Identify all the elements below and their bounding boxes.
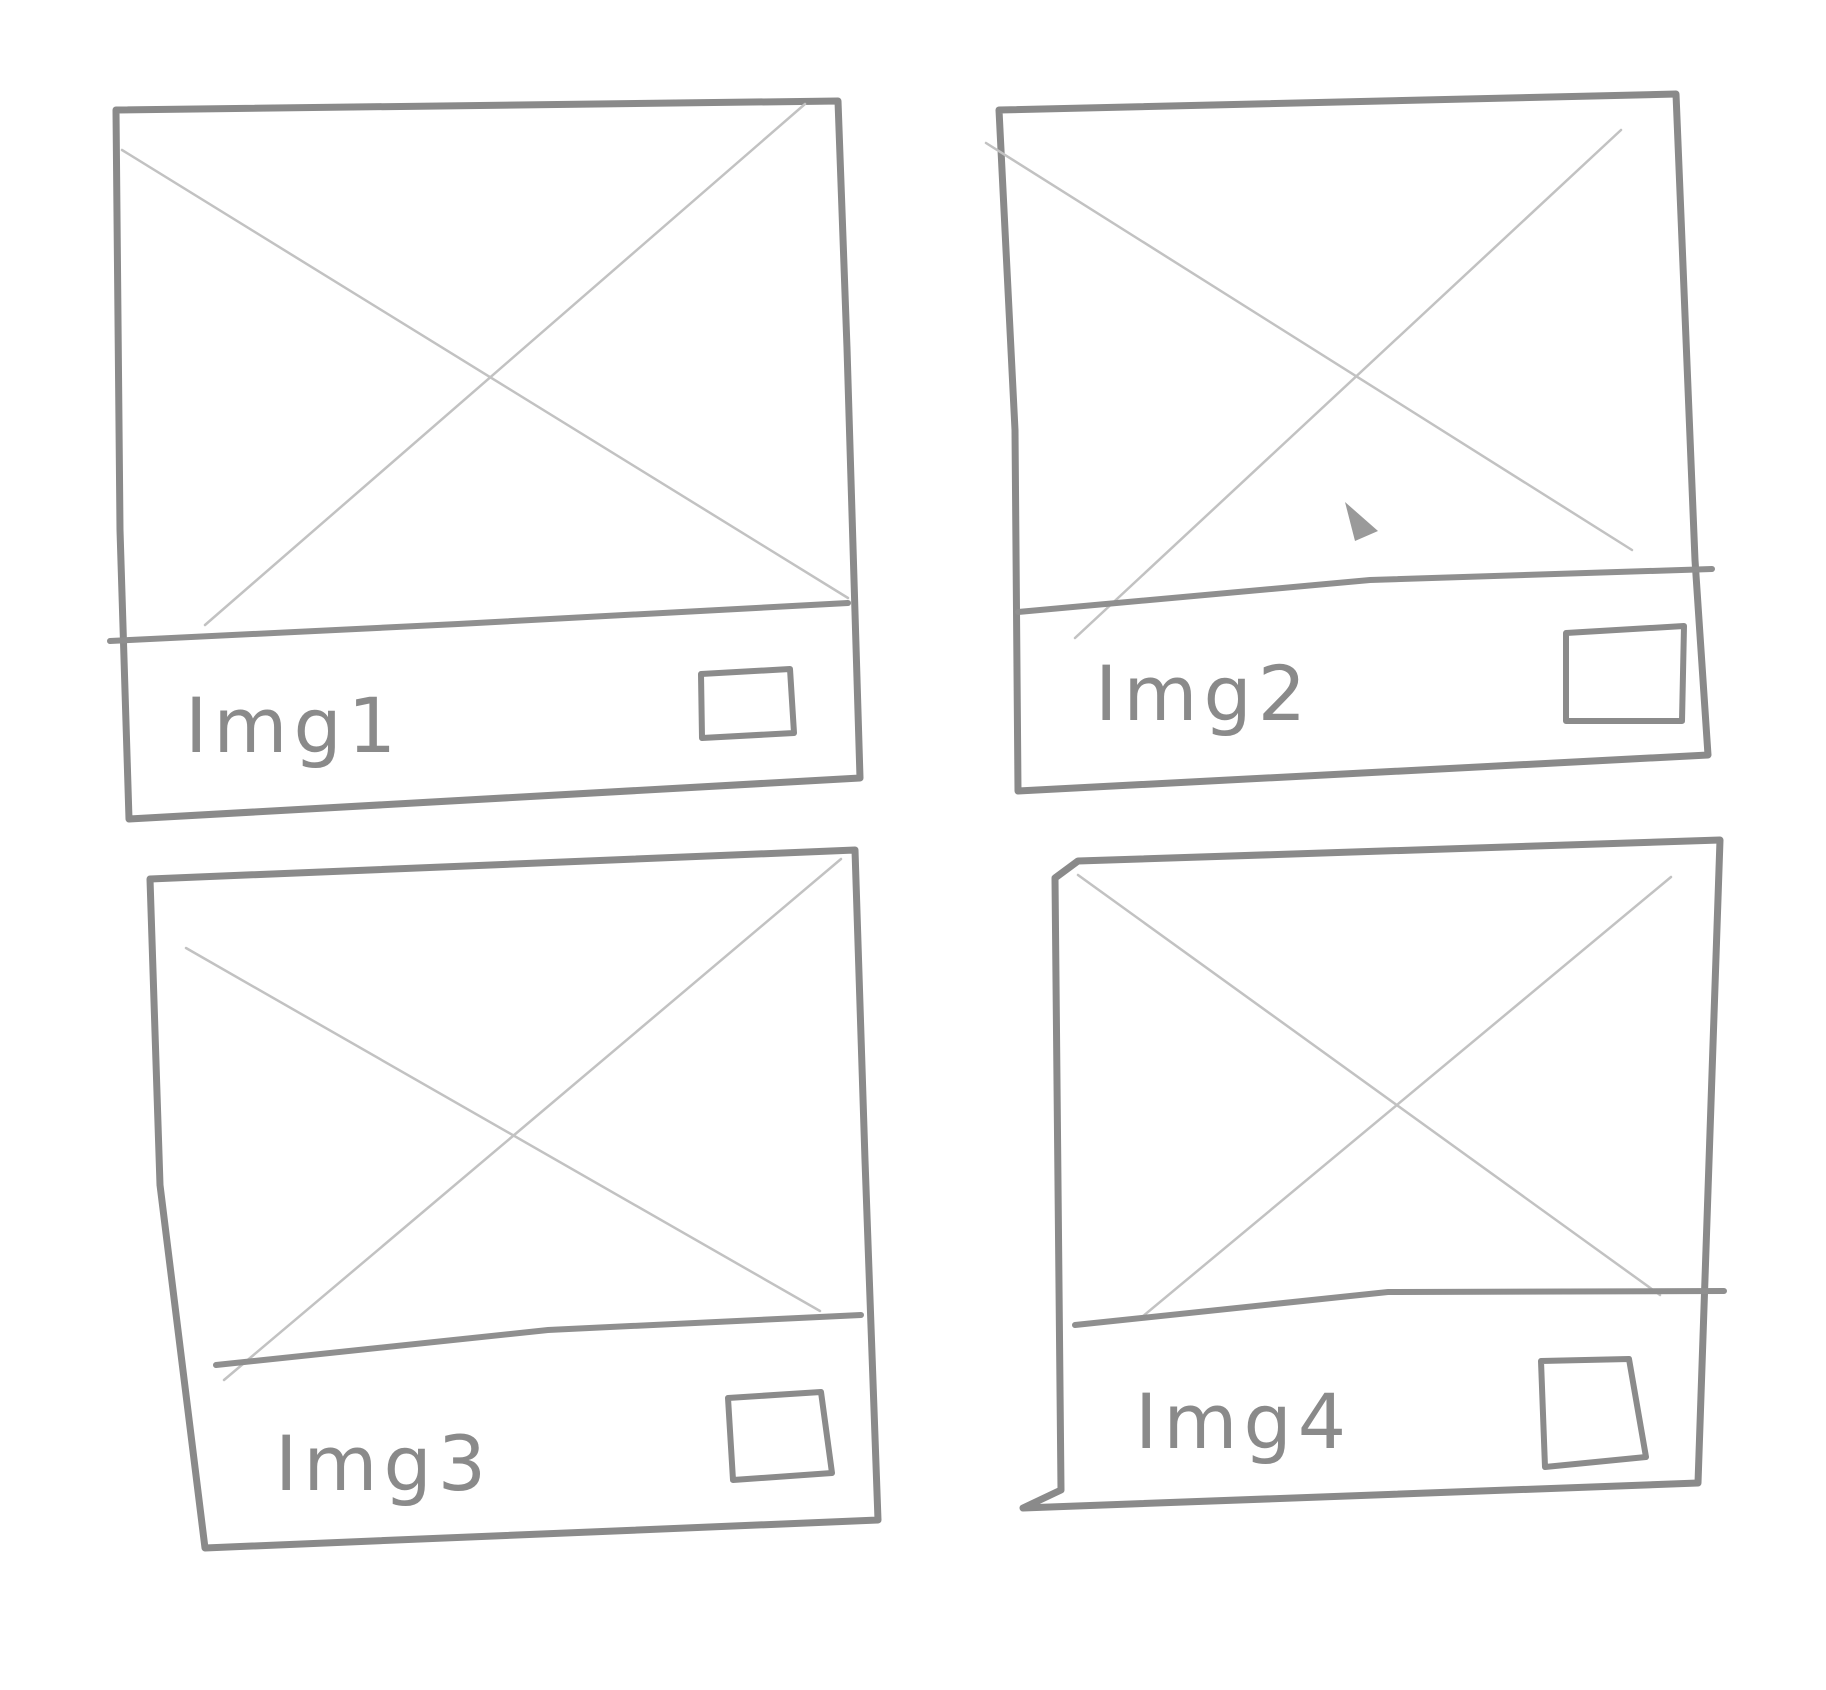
image-placeholder-icon [1076, 873, 1673, 1319]
card-divider [1015, 566, 1715, 615]
card-divider [213, 1312, 864, 1368]
card-divider [1072, 1288, 1727, 1328]
image-card-4[interactable]: Img4 [1019, 836, 1727, 1512]
image-label: Img2 [1095, 649, 1312, 738]
card-divider [107, 600, 851, 644]
image-placeholder-icon [984, 128, 1634, 640]
image-card-2[interactable]: Img2 [984, 90, 1715, 795]
select-checkbox[interactable] [1563, 623, 1687, 724]
image-placeholder-icon [120, 102, 850, 627]
select-checkbox[interactable] [698, 666, 797, 741]
select-checkbox[interactable] [725, 1389, 835, 1483]
image-card-3[interactable]: Img3 [146, 846, 882, 1552]
gallery-grid: Img1 Img2 Img3 Img4 [107, 90, 1727, 1552]
cursor-icon [1345, 502, 1378, 541]
image-label: Img1 [185, 681, 402, 770]
select-checkbox[interactable] [1538, 1356, 1649, 1470]
image-label: Img3 [275, 1419, 492, 1508]
image-card-1[interactable]: Img1 [107, 97, 864, 823]
image-placeholder-icon [184, 857, 843, 1382]
image-label: Img4 [1135, 1377, 1352, 1466]
